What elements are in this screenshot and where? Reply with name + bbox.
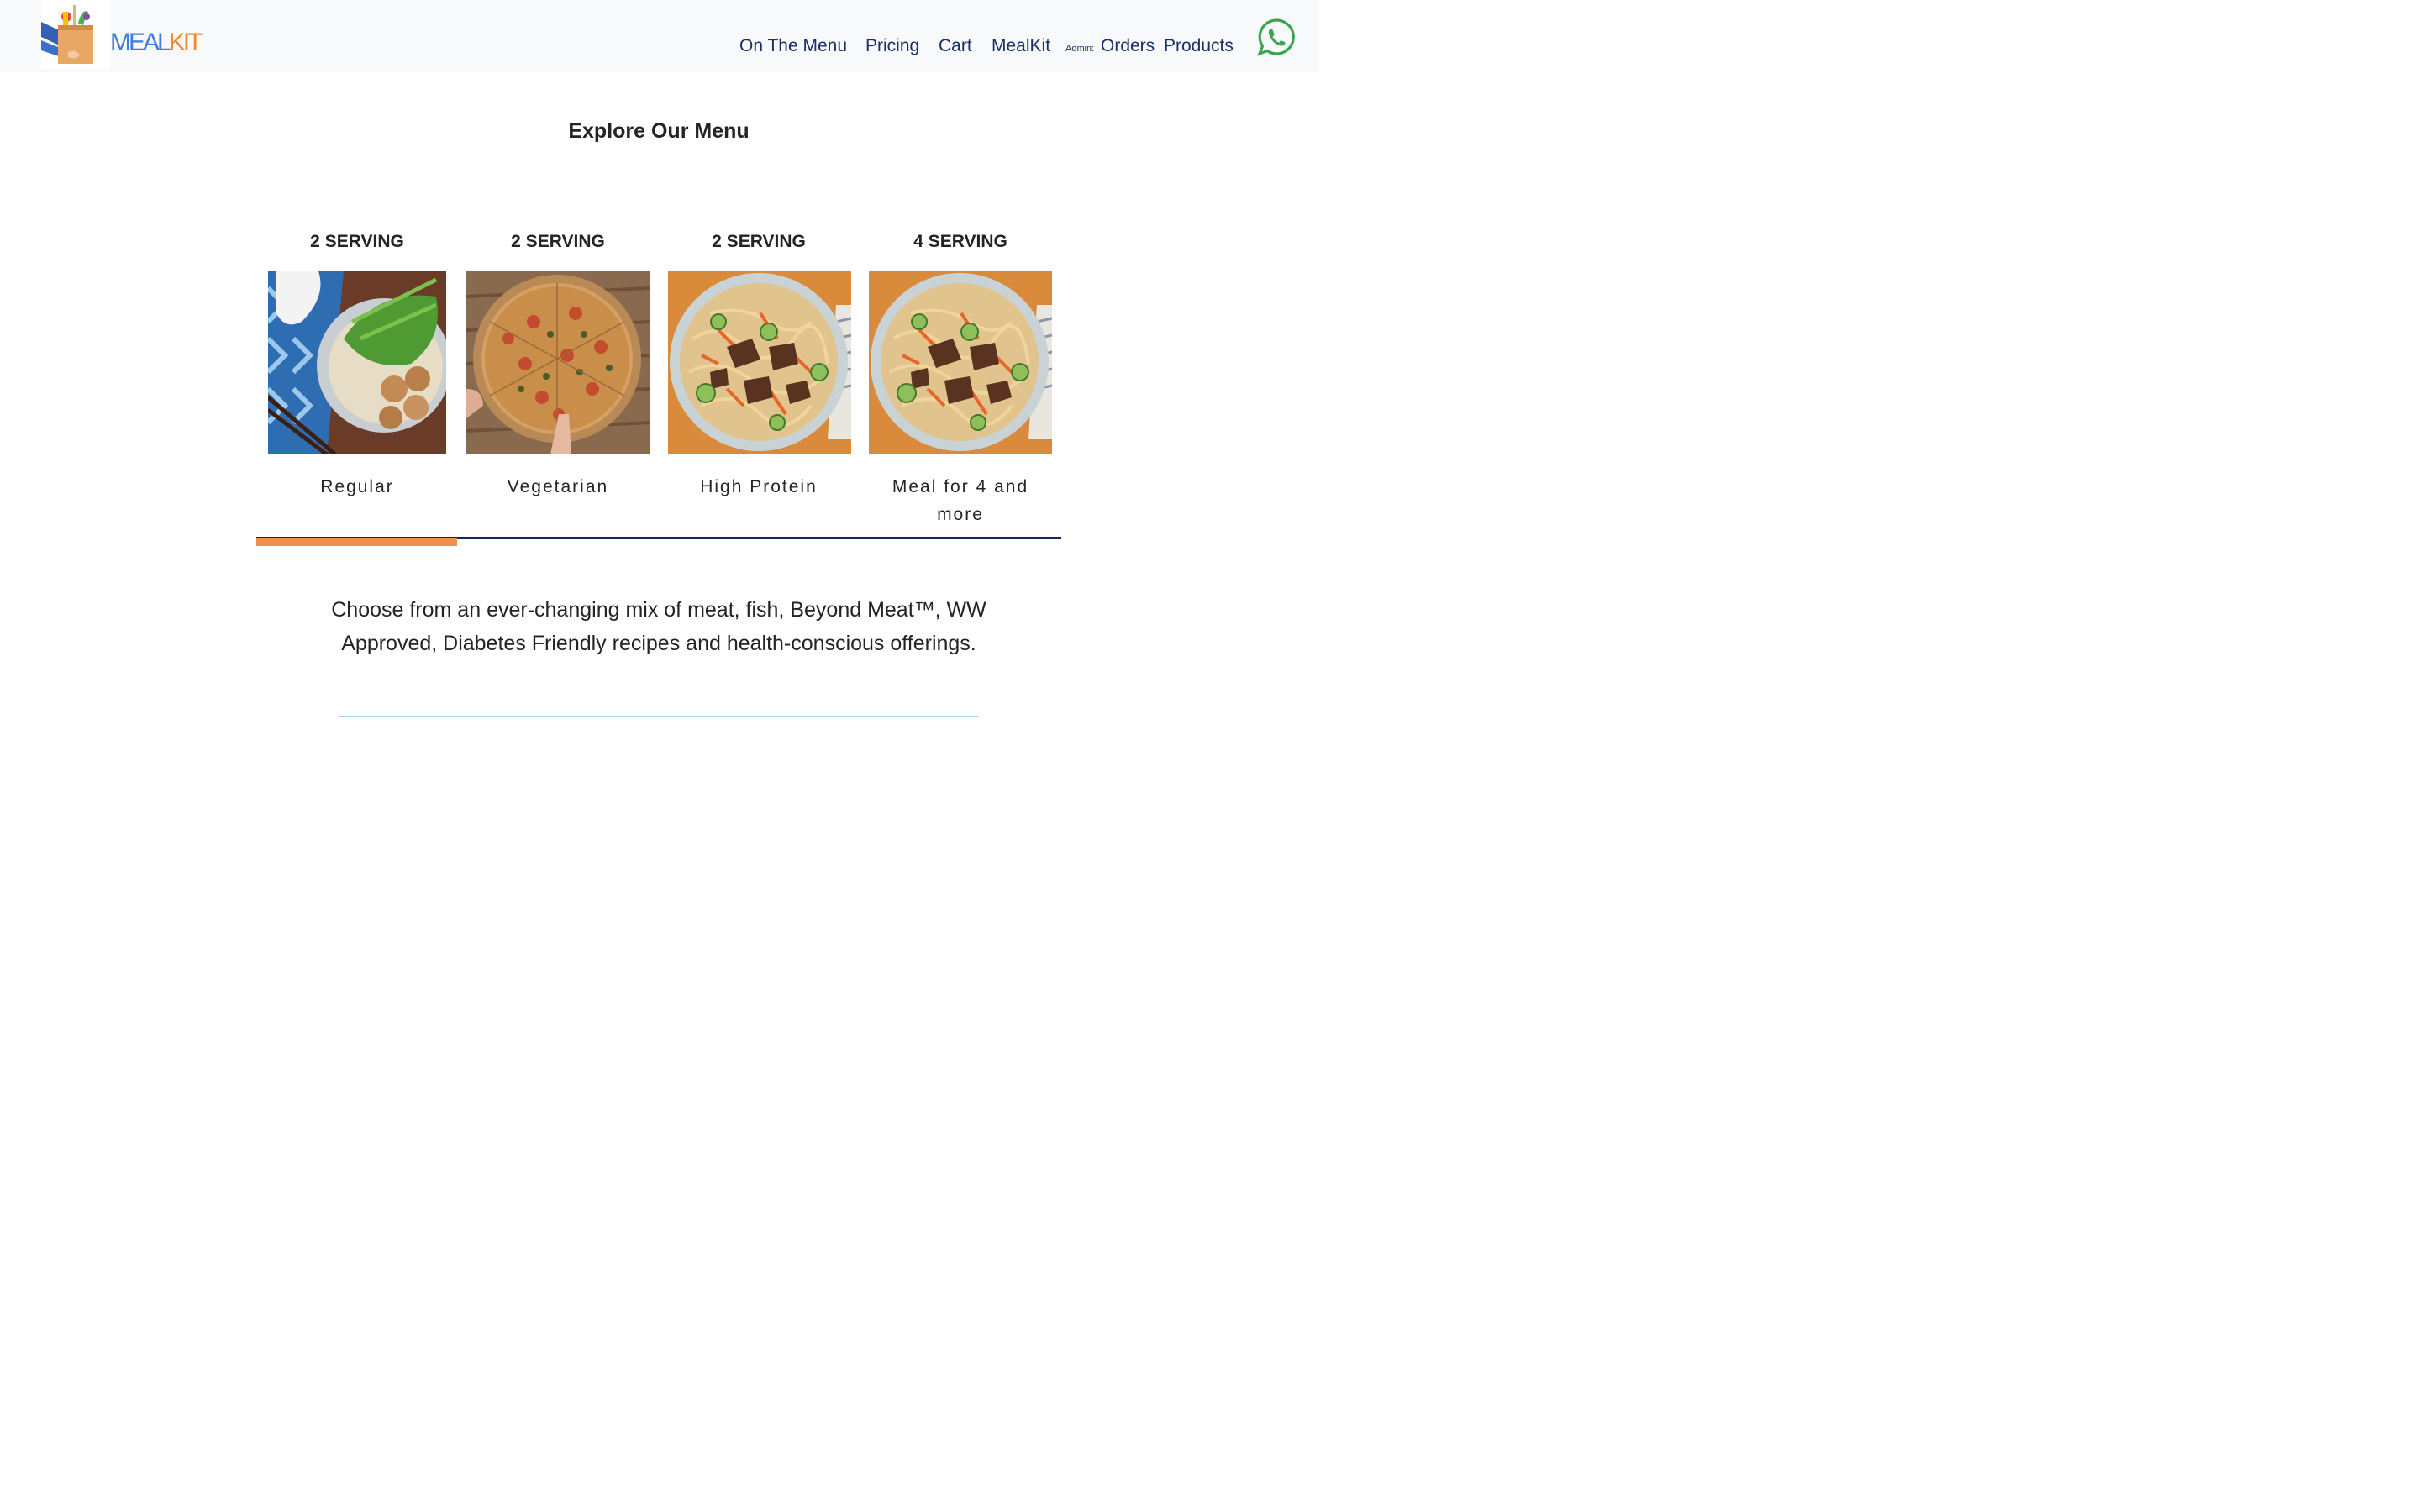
page-title: Explore Our Menu bbox=[568, 119, 750, 143]
site-header: MEALKIT On The Menu Pricing Cart MealKit… bbox=[0, 0, 1318, 72]
nav-cart[interactable]: Cart bbox=[939, 34, 972, 59]
menu-description: Choose from an ever-changing mix of meat… bbox=[331, 598, 986, 655]
tab-serving-heading: 2 SERVING bbox=[511, 232, 605, 251]
admin-label: Admin: bbox=[1065, 44, 1095, 54]
tab-serving-heading: 2 SERVING bbox=[712, 232, 806, 251]
brand-wordmark[interactable]: MEALKIT bbox=[110, 29, 203, 57]
description-divider bbox=[339, 716, 979, 717]
grocery-bag-icon bbox=[41, 5, 93, 64]
nav-on-the-menu[interactable]: On The Menu bbox=[739, 34, 847, 59]
nav-admin-orders[interactable]: Orders bbox=[1101, 34, 1155, 59]
beef-noodle-bowl-photo bbox=[668, 271, 851, 454]
tab-serving-heading: 2 SERVING bbox=[310, 232, 404, 251]
whatsapp-icon[interactable] bbox=[1257, 18, 1296, 56]
active-tab-indicator bbox=[256, 538, 457, 546]
tab-label: High Protein bbox=[700, 477, 818, 496]
brand-wordmark-meal: MEAL bbox=[110, 29, 171, 56]
brand-wordmark-kit: KIT bbox=[168, 29, 203, 56]
pizza-photo bbox=[466, 271, 650, 454]
tab-label: Vegetarian bbox=[507, 477, 609, 496]
beef-noodle-bowl-photo bbox=[869, 271, 1052, 454]
brand-logo[interactable] bbox=[41, 0, 110, 69]
nav-admin-products[interactable]: Products bbox=[1164, 34, 1234, 59]
tab-serving-heading: 4 SERVING bbox=[913, 232, 1007, 251]
nav-mealkit[interactable]: MealKit bbox=[992, 34, 1050, 59]
tab-label: Regular bbox=[320, 477, 394, 496]
nav-pricing[interactable]: Pricing bbox=[865, 34, 919, 59]
tab-label: Meal for 4 and more bbox=[892, 477, 1029, 524]
noodle-soup-photo bbox=[268, 271, 446, 454]
